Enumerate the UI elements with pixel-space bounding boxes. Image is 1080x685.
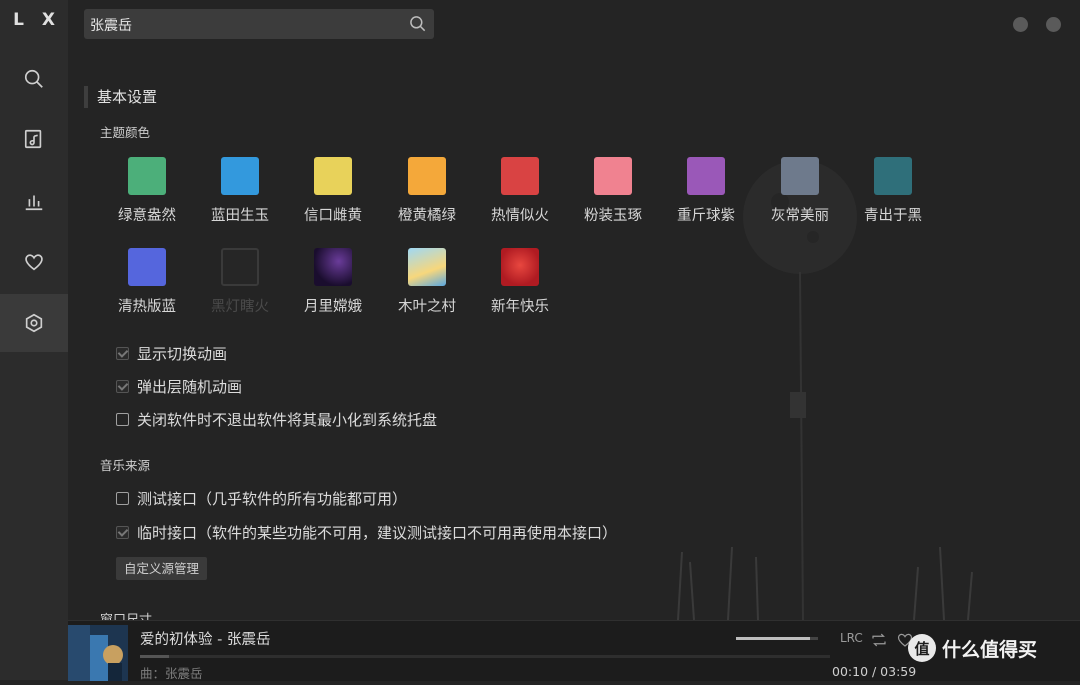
theme-swatch [408,248,446,286]
theme-swatch [221,248,259,286]
search-bar [84,9,434,41]
checkbox[interactable] [116,413,129,426]
theme-swatch [874,157,912,195]
theme-swatch [687,157,725,195]
search-icon [24,69,43,88]
sidebar-item-leaderboard[interactable] [0,172,68,230]
progress-fill [140,655,169,658]
sidebar: L X [0,0,68,680]
theme-color-title: 主题颜色 [100,125,151,140]
theme-option[interactable]: 信口雌黄 [293,157,373,225]
theme-label: 清热版蓝 [118,299,176,315]
option-source-temp[interactable]: 临时接口（软件的某些功能不可用，建议测试接口不可用再使用本接口） [116,522,617,543]
song-title: 爱的初体验 - 张震岳 [140,632,271,648]
theme-swatch [501,248,539,286]
theme-label: 重斤球紫 [677,208,735,224]
lyrics-button[interactable]: LRC [840,631,863,645]
theme-swatch [314,248,352,286]
sidebar-item-search[interactable] [0,50,68,108]
play-time: 00:10 / 03:59 [832,664,917,679]
repeat-icon [872,633,886,647]
option-source-test[interactable]: 测试接口（几乎软件的所有功能都可用） [116,488,407,509]
settings-icon [25,313,43,333]
theme-option[interactable]: 灰常美丽 [760,157,840,225]
bar-chart-icon [25,195,43,211]
settings-page: 基本设置 主题颜色 绿意盎然 蓝田生玉 信口雌黄 橙黄橘绿 热情似火 粉装玉琢 … [68,52,1080,620]
theme-option[interactable]: 重斤球紫 [666,157,746,225]
theme-option[interactable]: 橙黄橘绿 [387,157,467,225]
theme-option[interactable]: 月里嫦娥 [293,248,373,316]
progress-bar[interactable] [140,655,830,658]
watermark: 值 什么值得买 [908,634,1037,662]
theme-label: 青出于黑 [864,208,922,224]
theme-label: 月里嫦娥 [304,299,362,315]
theme-option[interactable]: 青出于黑 [853,157,933,225]
app-logo: L X [13,10,61,30]
theme-swatch [314,157,352,195]
theme-label: 橙黄橘绿 [398,208,456,224]
option-minimize-to-tray[interactable]: 关闭软件时不退出软件将其最小化到系统托盘 [116,409,437,430]
checkbox[interactable] [116,347,129,360]
option-label: 临时接口（软件的某些功能不可用，建议测试接口不可用再使用本接口） [137,524,618,542]
theme-swatch [128,157,166,195]
checkbox[interactable] [116,492,129,505]
song-artist: 曲：张震岳 [140,666,203,681]
theme-label: 热情似火 [491,208,549,224]
music-source-title: 音乐来源 [100,458,151,473]
option-show-animation[interactable]: 显示切换动画 [116,343,227,364]
music-list-icon [24,129,42,149]
theme-label: 木叶之村 [398,299,456,315]
theme-option[interactable]: 清热版蓝 [107,248,187,316]
window-size-title: 窗口尺寸 [100,609,152,620]
sidebar-item-favorites[interactable] [0,233,68,291]
album-cover-art [68,625,128,681]
watermark-text: 什么值得买 [942,638,1038,661]
option-label: 弹出层随机动画 [137,378,243,396]
search-input[interactable] [84,9,402,41]
theme-label: 灰常美丽 [771,208,829,224]
heart-icon [25,254,43,271]
theme-label: 信口雌黄 [304,208,362,224]
theme-swatch [408,157,446,195]
theme-option[interactable]: 绿意盎然 [107,157,187,225]
minimize-button[interactable] [1013,17,1028,32]
theme-option[interactable]: 黑灯瞎火 [200,248,280,316]
checkbox[interactable] [116,526,129,539]
theme-label: 粉装玉琢 [584,208,642,224]
theme-label: 黑灯瞎火 [211,299,269,315]
sidebar-item-settings[interactable] [0,294,68,352]
option-label: 显示切换动画 [137,345,228,363]
custom-source-button[interactable]: 自定义源管理 [116,557,208,580]
option-label: 关闭软件时不退出软件将其最小化到系统托盘 [137,411,438,429]
option-popup-animation[interactable]: 弹出层随机动画 [116,376,242,397]
album-cover[interactable] [68,625,128,681]
loop-button[interactable] [870,631,888,649]
theme-option[interactable]: 新年快乐 [480,248,560,316]
theme-label: 新年快乐 [491,299,549,315]
theme-swatch [594,157,632,195]
theme-option[interactable]: 蓝田生玉 [200,157,280,225]
watermark-badge: 值 [908,634,936,662]
theme-swatch [221,157,259,195]
theme-option[interactable]: 热情似火 [480,157,560,225]
search-icon[interactable] [408,14,428,34]
sidebar-item-playlist[interactable] [0,110,68,168]
theme-swatch [781,157,819,195]
theme-swatch [501,157,539,195]
checkbox[interactable] [116,380,129,393]
theme-label: 绿意盎然 [118,208,176,224]
theme-option[interactable]: 粉装玉琢 [573,157,653,225]
section-title-basic: 基本设置 [84,86,157,108]
theme-swatch [128,248,166,286]
volume-fill [736,637,810,640]
volume-slider[interactable] [736,637,818,640]
theme-label: 蓝田生玉 [211,208,269,224]
close-button[interactable] [1046,17,1061,32]
theme-option[interactable]: 木叶之村 [387,248,467,316]
option-label: 测试接口（几乎软件的所有功能都可用） [137,490,408,508]
